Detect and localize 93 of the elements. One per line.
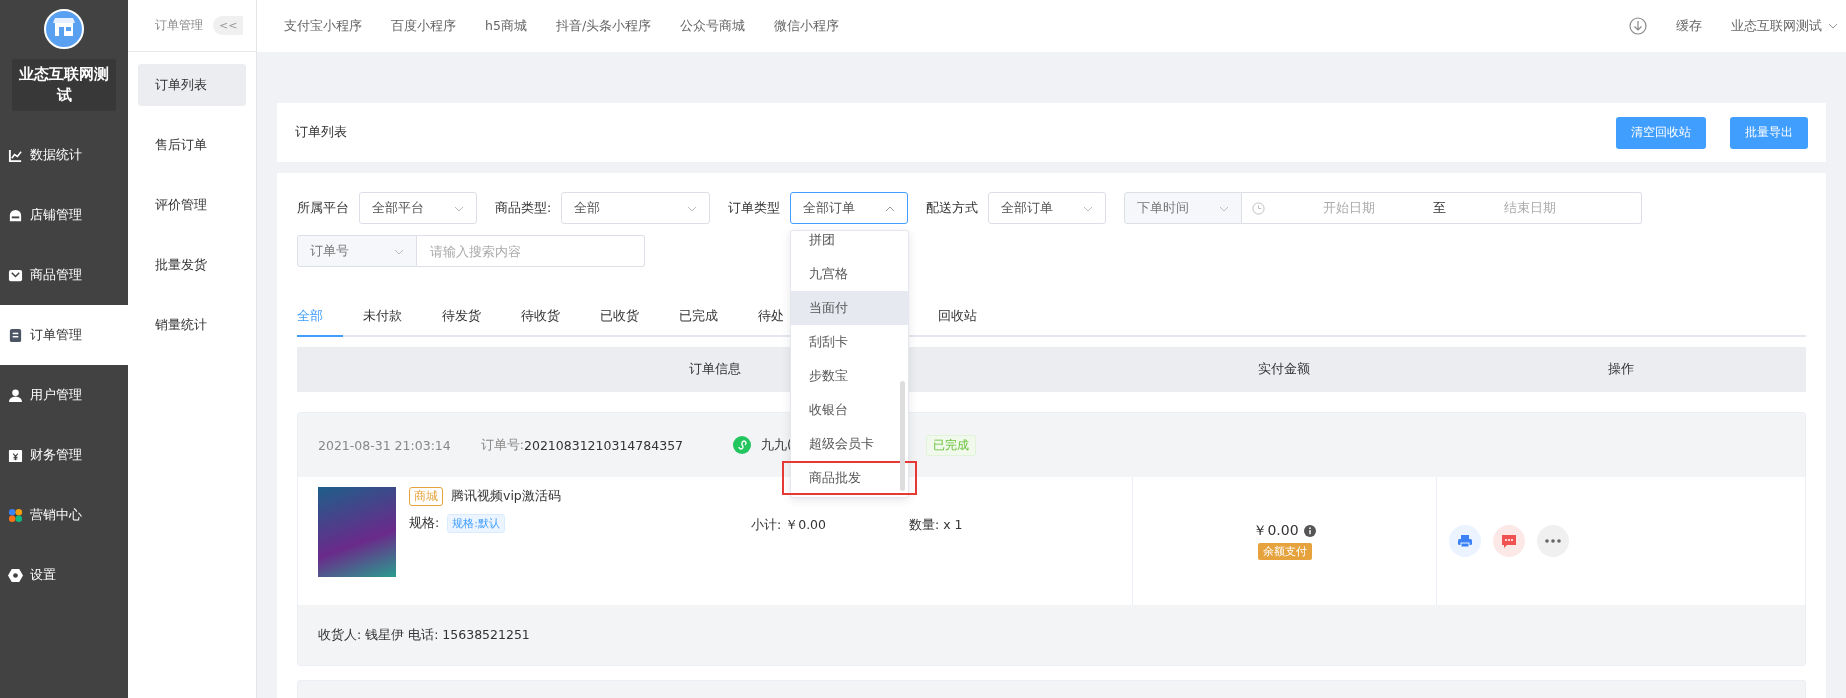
link-icon (733, 436, 752, 454)
tab[interactable]: 未付款 (343, 298, 422, 337)
caret-icon (1828, 23, 1838, 29)
submenu-title: 订单管理 (155, 17, 203, 34)
shop-tag: 商城 (409, 487, 443, 506)
sidebar-item[interactable]: 订单管理 (0, 305, 128, 365)
store-icon (8, 207, 23, 223)
top-nav-link[interactable]: 微信小程序 (774, 17, 840, 35)
tab[interactable]: 待收货 (501, 298, 580, 337)
tab[interactable]: 已完成 (659, 298, 738, 337)
tab[interactable]: 待发货 (422, 298, 501, 337)
goods-type-select[interactable]: 全部 (561, 192, 711, 224)
clipboard-icon (8, 327, 23, 343)
submenu-item[interactable]: 订单列表 (138, 64, 246, 106)
consignee-info: 收货人: 钱星伊 电话: 15638521251 (318, 626, 530, 644)
order-number-label: 订单号: (480, 436, 524, 454)
submenu-item[interactable]: 销量统计 (138, 304, 246, 346)
search-type-select[interactable]: 订单号 (297, 235, 417, 267)
sidebar-item[interactable]: 营销中心 (0, 485, 128, 545)
column-header: 操作 (1608, 361, 1634, 378)
dropdown-option[interactable]: 刮刮卡 (791, 325, 909, 359)
time-type-select[interactable]: 下单时间 (1124, 192, 1243, 224)
column-header: 订单信息 (688, 361, 741, 378)
product-name: 腾讯视频vip激活码 (451, 488, 561, 505)
filter-label: 商品类型: (495, 199, 552, 217)
yen-box-icon (8, 447, 23, 463)
store-logo-icon (44, 9, 84, 49)
order-type-select[interactable]: 全部订单 (790, 192, 909, 224)
spec-tag: 规格:默认 (447, 514, 505, 533)
caret-icon (394, 249, 404, 255)
card-title: 订单列表 (295, 124, 347, 141)
caret-icon (687, 206, 698, 212)
subtotal: 小计: ￥0.00 (751, 517, 828, 534)
order-number: 20210831210314784357 (524, 437, 684, 453)
top-nav-link[interactable]: 支付宝小程序 (284, 17, 362, 35)
paid-amount: ￥0.00 (1253, 522, 1299, 540)
submenu-item[interactable]: 批量发货 (138, 244, 246, 286)
tab[interactable]: 已收货 (580, 298, 659, 337)
submenu-item[interactable]: 售后订单 (138, 124, 246, 166)
caret-icon (885, 206, 896, 212)
cache-link[interactable]: 缓存 (1676, 17, 1702, 35)
printer-icon (1457, 533, 1473, 549)
sidebar-item[interactable]: 数据统计 (0, 125, 128, 185)
clock-icon (1252, 201, 1266, 215)
order-time: 2021-08-31 21:03:14 (318, 437, 451, 453)
delivery-select[interactable]: 全部订单 (988, 192, 1107, 224)
top-nav-link[interactable]: 百度小程序 (391, 17, 456, 35)
column-header: 实付金额 (1258, 361, 1310, 378)
sidebar-item[interactable]: 财务管理 (0, 425, 128, 485)
dropdown-option[interactable]: 超级会员卡 (791, 427, 909, 461)
user-icon (8, 387, 23, 403)
top-nav-link[interactable]: 公众号商城 (680, 17, 746, 35)
sidebar-item[interactable]: 设置 (0, 545, 128, 605)
status-tag: 已完成 (926, 434, 977, 456)
dropdown-option[interactable]: 步数宝 (791, 359, 909, 393)
print-button[interactable] (1449, 525, 1481, 557)
submenu-item[interactable]: 评价管理 (138, 184, 246, 226)
top-nav-link[interactable]: h5商城 (485, 17, 527, 35)
caret-icon (1083, 206, 1094, 212)
search-field[interactable]: 请输入搜索内容 (417, 235, 645, 267)
platform-select[interactable]: 全部平台 (359, 192, 477, 224)
spec-label: 规格: (409, 515, 440, 532)
sidebar-item[interactable]: 用户管理 (0, 365, 128, 425)
filter-label: 配送方式 (926, 199, 979, 217)
quantity: 数量: x 1 (909, 517, 963, 534)
payment-tag: 余额支付 (1257, 543, 1312, 560)
filter-label: 所属平台 (297, 199, 349, 217)
dropdown-option[interactable]: 商品批发 (782, 461, 918, 495)
settings-icon (8, 567, 23, 583)
filter-label: 订单类型 (728, 199, 781, 217)
more-button[interactable] (1537, 525, 1569, 557)
tab[interactable]: 回收站 (918, 298, 997, 337)
account-menu[interactable]: 业态互联网测试 (1731, 17, 1838, 35)
message-button[interactable] (1493, 525, 1525, 557)
envelope-icon (8, 267, 23, 283)
info-icon[interactable] (1303, 525, 1316, 537)
chart-icon (8, 147, 23, 163)
scrollbar[interactable] (900, 381, 906, 491)
top-nav-link[interactable]: 抖音/头条小程序 (555, 17, 652, 35)
more-icon (1545, 539, 1561, 543)
chat-icon (1501, 533, 1517, 549)
date-range-field[interactable]: 开始日期 至 结束日期 (1242, 192, 1643, 224)
sidebar-item[interactable]: 商品管理 (0, 245, 128, 305)
caret-icon (454, 206, 464, 212)
dropdown-option[interactable]: 收银台 (791, 393, 909, 427)
petals-icon (8, 507, 23, 523)
sidebar-item[interactable]: 店铺管理 (0, 185, 128, 245)
dropdown-option[interactable]: 当面付 (791, 291, 909, 325)
dropdown-option[interactable]: 拼团 (791, 231, 909, 257)
caret-icon (1219, 206, 1230, 212)
store-name: 业态互联网测试 (12, 59, 116, 111)
download-icon[interactable] (1629, 17, 1647, 35)
dropdown-option[interactable]: 九宫格 (791, 257, 909, 291)
